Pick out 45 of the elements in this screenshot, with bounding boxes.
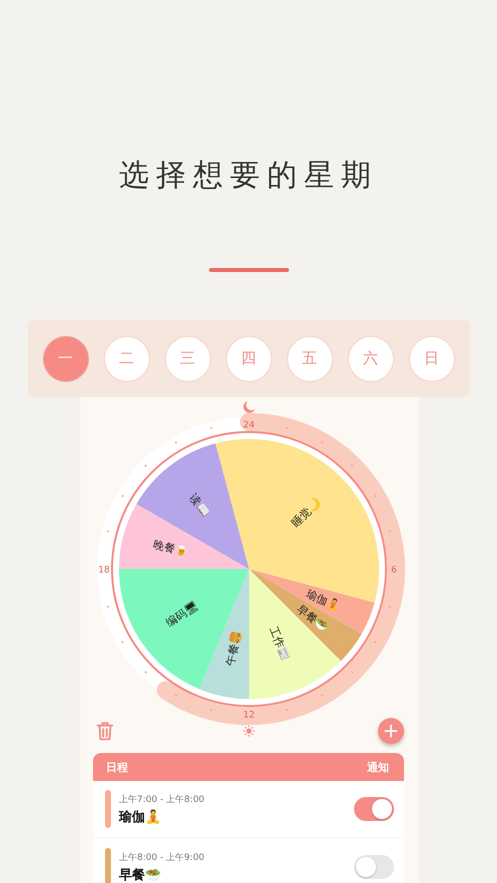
time-range: 上午8:00 - 上午9:00 xyxy=(119,852,206,864)
pie-slice[interactable] xyxy=(118,568,248,690)
hour-dot xyxy=(144,671,146,674)
slice-label: 编码🖥 xyxy=(163,598,200,630)
pie-slice[interactable] xyxy=(118,504,248,569)
weekday-tab[interactable]: 二 xyxy=(104,336,150,382)
time-range: 上午7:00 - 上午8:00 xyxy=(119,794,206,806)
hour-label: 18 xyxy=(98,566,110,576)
weekday-tab[interactable]: 六 xyxy=(348,336,394,382)
weekday-tab[interactable]: 一 xyxy=(42,336,88,382)
notify-toggle[interactable] xyxy=(354,797,394,821)
pie-slice[interactable] xyxy=(198,569,248,699)
pie-slice[interactable] xyxy=(136,443,248,569)
weekday-tab[interactable]: 五 xyxy=(286,336,332,382)
slice-label: 工作📰 xyxy=(266,624,292,663)
hour-dot xyxy=(210,426,212,429)
slice-label: 午餐🍔 xyxy=(223,629,244,668)
column-header: 通知 xyxy=(367,760,389,774)
weekday-tab[interactable]: 四 xyxy=(226,336,272,382)
notify-toggle[interactable] xyxy=(354,855,394,879)
event-title: 瑜伽🧘 xyxy=(119,808,162,826)
sun-icon xyxy=(243,726,254,736)
pie-slice[interactable] xyxy=(248,569,362,661)
hour-dot xyxy=(388,606,391,608)
moon-icon xyxy=(242,401,254,413)
slice-label: 晚餐🍺 xyxy=(151,538,190,560)
event-title: 早餐🥗 xyxy=(119,866,162,883)
hour-label: 6 xyxy=(390,566,396,576)
plus-icon xyxy=(382,723,398,739)
add-button[interactable] xyxy=(378,718,404,744)
schedule-row[interactable]: 上午8:00 - 上午9:00 早餐🥗 xyxy=(93,839,404,883)
hour-dot xyxy=(106,606,108,608)
weekday-tab[interactable]: 日 xyxy=(408,336,454,382)
weekday-tab[interactable]: 三 xyxy=(164,336,210,382)
page-title: 选择想要的星期 xyxy=(119,157,378,195)
slice-label: 睡觉🌙 xyxy=(288,495,324,530)
column-header: 日程 xyxy=(106,760,128,774)
schedule-row[interactable]: 上午7:00 - 上午8:00 瑜伽🧘 xyxy=(93,781,404,837)
hour-label: 24 xyxy=(242,420,254,430)
hour-dot xyxy=(144,464,146,467)
slice-label: 读📖 xyxy=(186,492,212,520)
hour-dot xyxy=(388,530,391,532)
pie-slice[interactable] xyxy=(248,569,340,699)
hour-label: 12 xyxy=(242,710,254,720)
hour-dot xyxy=(106,530,108,532)
